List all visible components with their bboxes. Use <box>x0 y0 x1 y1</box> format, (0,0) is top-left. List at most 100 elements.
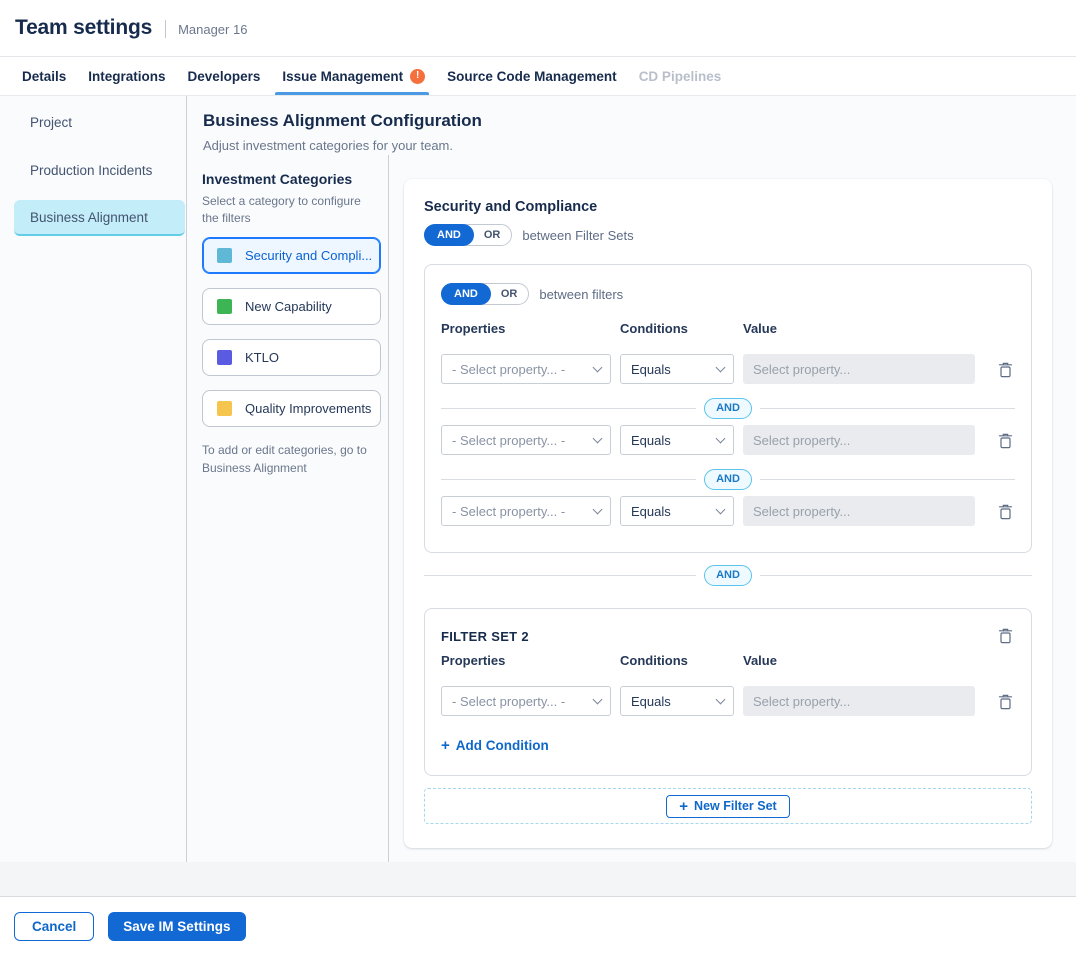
main-panel: Business Alignment Configuration Adjust … <box>187 96 1076 862</box>
new-filter-set-button[interactable]: + New Filter Set <box>666 795 789 818</box>
and-chip: AND <box>704 565 752 586</box>
main-body: Investment Categories Select a category … <box>187 155 1076 862</box>
between-sets-toggle-row: AND OR between Filter Sets <box>424 224 1032 246</box>
condition-select[interactable]: Equals <box>620 354 734 384</box>
filter-set-2: FILTER SET 2 Properties Conditions <box>424 608 1032 776</box>
filter-configuration-area: Security and Compliance AND OR between F… <box>389 155 1076 862</box>
section-title: Business Alignment Configuration <box>203 111 1052 131</box>
properties-column-header: Properties <box>441 653 620 668</box>
between-sets-label: between Filter Sets <box>522 228 633 243</box>
condition-select[interactable]: Equals <box>620 686 734 716</box>
category-ktlo[interactable]: KTLO <box>202 339 381 376</box>
chevron-down-icon <box>593 505 603 515</box>
between-filters-toggle-row: AND OR between filters <box>441 283 1015 305</box>
filter-set-2-title: FILTER SET 2 <box>441 629 529 644</box>
category-new-capability[interactable]: New Capability <box>202 288 381 325</box>
app-header: Team settings Manager 16 <box>0 0 1076 57</box>
chevron-down-icon <box>716 434 726 444</box>
chevron-down-icon <box>716 695 726 705</box>
sidebar-item-project[interactable]: Project <box>14 104 185 140</box>
save-im-settings-button[interactable]: Save IM Settings <box>108 912 245 941</box>
category-color-swatch <box>217 248 232 263</box>
tab-integrations[interactable]: Integrations <box>88 57 165 95</box>
and-or-toggle[interactable]: AND OR <box>441 283 529 305</box>
tab-details[interactable]: Details <box>22 57 66 95</box>
chevron-down-icon <box>716 363 726 373</box>
filter-row: - Select property... - Equals <box>441 354 1015 384</box>
category-color-swatch <box>217 299 232 314</box>
between-sets-and-connector: AND <box>424 565 1032 586</box>
team-name: Manager 16 <box>178 22 247 37</box>
category-color-swatch <box>217 350 232 365</box>
delete-filter-set-button[interactable] <box>995 625 1015 645</box>
sidebar-item-production-incidents[interactable]: Production Incidents <box>14 152 185 188</box>
filter-set-1: AND OR between filters Properties Condit… <box>424 264 1032 553</box>
tab-developers[interactable]: Developers <box>188 57 261 95</box>
footer-actions: Cancel Save IM Settings <box>0 897 1076 955</box>
condition-select[interactable]: Equals <box>620 425 734 455</box>
and-or-toggle[interactable]: AND OR <box>424 224 512 246</box>
properties-column-header: Properties <box>441 321 620 336</box>
filter-configuration-card: Security and Compliance AND OR between F… <box>404 179 1052 848</box>
filter-row: - Select property... - Equals <box>441 496 1015 526</box>
settings-tabbar: Details Integrations Developers Issue Ma… <box>0 57 1076 96</box>
tab-issue-management[interactable]: Issue Management ! <box>282 57 425 95</box>
trash-icon <box>998 693 1013 710</box>
categories-note: To add or edit categories, go to Busines… <box>202 441 372 477</box>
and-connector: AND <box>441 469 1015 490</box>
warning-badge-icon: ! <box>410 69 425 84</box>
add-condition-button[interactable]: + Add Condition <box>441 738 549 753</box>
value-input[interactable] <box>743 496 975 526</box>
investment-categories-panel: Investment Categories Select a category … <box>187 155 389 862</box>
and-chip: AND <box>704 398 752 419</box>
trash-icon <box>998 503 1013 520</box>
property-select[interactable]: - Select property... - <box>441 686 611 716</box>
value-input[interactable] <box>743 354 975 384</box>
trash-icon <box>998 432 1013 449</box>
column-headers: Properties Conditions Value <box>441 653 1015 668</box>
filter-row: - Select property... - Equals <box>441 425 1015 455</box>
chevron-down-icon <box>593 434 603 444</box>
delete-row-button[interactable] <box>995 691 1015 711</box>
settings-sidebar: Project Production Incidents Business Al… <box>0 96 187 862</box>
property-select[interactable]: - Select property... - <box>441 425 611 455</box>
category-list: Security and Compli... New Capability KT… <box>202 237 372 427</box>
categories-heading: Investment Categories <box>202 171 372 187</box>
toggle-and-option[interactable]: AND <box>424 224 474 246</box>
conditions-column-header: Conditions <box>620 321 743 336</box>
value-column-header: Value <box>743 653 1015 668</box>
value-input[interactable] <box>743 686 975 716</box>
conditions-column-header: Conditions <box>620 653 743 668</box>
delete-row-button[interactable] <box>995 501 1015 521</box>
chevron-down-icon <box>593 695 603 705</box>
trash-icon <box>998 627 1013 644</box>
section-subtitle: Adjust investment categories for your te… <box>203 138 1052 153</box>
content-area: Project Production Incidents Business Al… <box>0 96 1076 862</box>
filter-row: - Select property... - Equals <box>441 686 1015 716</box>
page-title: Team settings <box>15 16 152 40</box>
value-column-header: Value <box>743 321 1015 336</box>
categories-helper: Select a category to configure the filte… <box>202 193 362 227</box>
category-color-swatch <box>217 401 232 416</box>
selected-category-title: Security and Compliance <box>424 199 1032 215</box>
new-filter-set-dropzone: + New Filter Set <box>424 788 1032 824</box>
sidebar-item-business-alignment[interactable]: Business Alignment <box>14 200 185 236</box>
category-security-and-compliance[interactable]: Security and Compli... <box>202 237 381 274</box>
toggle-or-option[interactable]: OR <box>490 283 529 305</box>
title-divider <box>165 20 166 38</box>
chevron-down-icon <box>716 505 726 515</box>
property-select[interactable]: - Select property... - <box>441 354 611 384</box>
category-quality-improvements[interactable]: Quality Improvements <box>202 390 381 427</box>
cancel-button[interactable]: Cancel <box>14 912 94 941</box>
plus-icon: + <box>679 799 688 814</box>
plus-icon: + <box>441 738 450 753</box>
toggle-and-option[interactable]: AND <box>441 283 491 305</box>
condition-select[interactable]: Equals <box>620 496 734 526</box>
delete-row-button[interactable] <box>995 430 1015 450</box>
property-select[interactable]: - Select property... - <box>441 496 611 526</box>
delete-row-button[interactable] <box>995 359 1015 379</box>
value-input[interactable] <box>743 425 975 455</box>
tab-source-code-management[interactable]: Source Code Management <box>447 57 617 95</box>
and-connector: AND <box>441 398 1015 419</box>
toggle-or-option[interactable]: OR <box>473 224 512 246</box>
